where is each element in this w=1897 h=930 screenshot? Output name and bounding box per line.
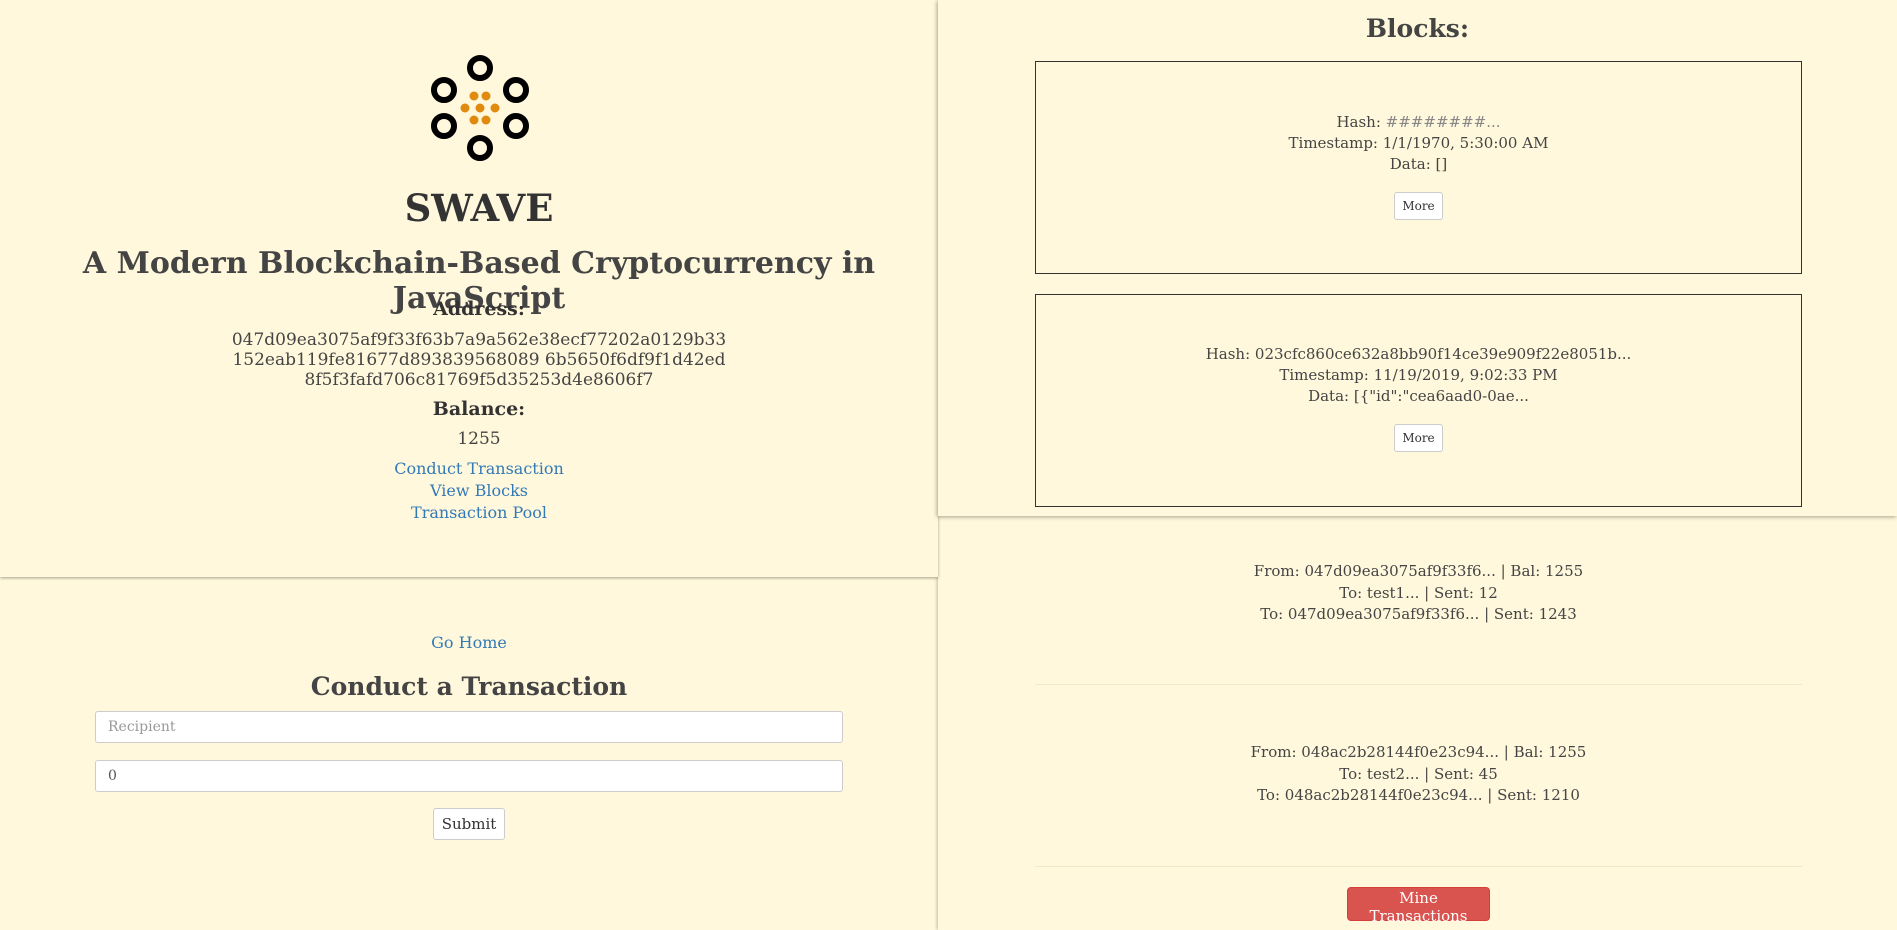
more-button[interactable]: More (1394, 424, 1443, 452)
block-hash-value: 023cfc860ce632a8bb90f14ce39e909f22e8051b… (1254, 345, 1632, 363)
pool-tx-to: To: 048ac2b28144f0e23c94... | Sent: 1210 (1257, 786, 1580, 804)
amount-input[interactable] (95, 760, 843, 792)
swave-logo-icon (431, 55, 529, 161)
wallet-balance: 1255 (457, 429, 501, 449)
blocks-title: Blocks: (1365, 14, 1470, 43)
block-hash: Hash: 023cfc860ce632a8bb90f14ce39e909f22… (1036, 344, 1801, 365)
pool-transaction: From: 047d09ea3075af9f33f6... | Bal: 125… (1035, 561, 1802, 626)
divider (1035, 684, 1802, 685)
blocks-panel: Blocks: Hash: ########... Timestamp: 1/1… (938, 0, 1897, 516)
block-card: Hash: 023cfc860ce632a8bb90f14ce39e909f22… (1035, 294, 1802, 507)
transaction-title: Conduct a Transaction (310, 672, 628, 701)
divider (1035, 866, 1802, 867)
more-button[interactable]: More (1394, 192, 1443, 220)
block-timestamp: Timestamp: 11/19/2019, 9:02:33 PM (1279, 366, 1558, 384)
block-timestamp: Timestamp: 1/1/1970, 5:30:00 AM (1288, 134, 1549, 152)
transaction-pool-panel: From: 047d09ea3075af9f33f6... | Bal: 125… (938, 516, 1897, 930)
app-title: SWAVE (404, 186, 554, 230)
conduct-transaction-panel: Go Home Conduct a Transaction Submit (0, 578, 938, 930)
block-data: Data: [] (1389, 155, 1448, 173)
mine-transactions-button[interactable]: Mine Transactions (1347, 887, 1490, 925)
block-hash-value: ########... (1385, 113, 1501, 131)
block-hash: Hash: ########... (1036, 112, 1801, 133)
home-panel: SWAVE A Modern Blockchain-Based Cryptocu… (0, 0, 938, 577)
block-data: Data: [{"id":"cea6aad0-0ae... (1308, 387, 1529, 405)
address-label: Address: (433, 298, 525, 320)
block-hash-label: Hash: (1336, 113, 1381, 131)
view-blocks-link[interactable]: View Blocks (0, 481, 958, 500)
pool-tx-from: From: 048ac2b28144f0e23c94... | Bal: 125… (1250, 743, 1587, 761)
recipient-input[interactable] (95, 711, 843, 743)
conduct-transaction-link[interactable]: Conduct Transaction (0, 459, 958, 478)
block-card: Hash: ########... Timestamp: 1/1/1970, 5… (1035, 61, 1802, 274)
balance-label: Balance: (432, 398, 526, 420)
transaction-pool-link[interactable]: Transaction Pool (0, 503, 958, 522)
pool-tx-to: To: test2... | Sent: 45 (1339, 764, 1498, 783)
block-hash-label: Hash: (1205, 345, 1251, 363)
pool-tx-to: To: test1... | Sent: 12 (1339, 583, 1498, 602)
wallet-address: 047d09ea3075af9f33f63b7a9a562e38ecf77202… (231, 330, 727, 390)
pool-tx-from: From: 047d09ea3075af9f33f6... | Bal: 125… (1253, 562, 1584, 580)
pool-tx-to: To: 047d09ea3075af9f33f6... | Sent: 1243 (1260, 605, 1577, 623)
go-home-link[interactable]: Go Home (0, 633, 938, 652)
pool-transaction: From: 048ac2b28144f0e23c94... | Bal: 125… (1035, 742, 1802, 807)
submit-button[interactable]: Submit (433, 808, 505, 840)
